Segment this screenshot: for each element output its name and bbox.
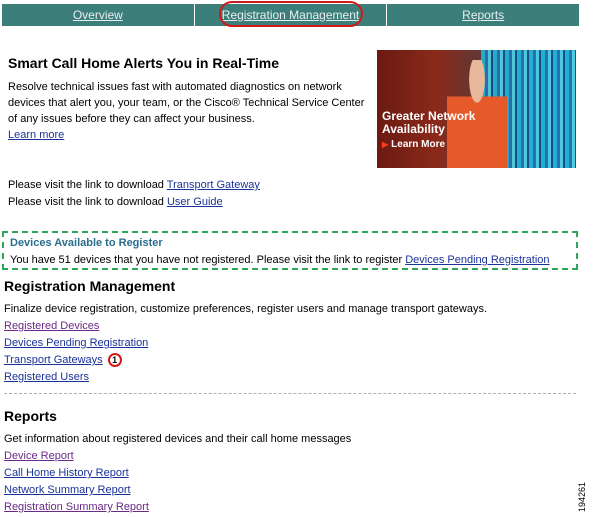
devices-available-box: Devices Available to Register You have 5… xyxy=(2,231,578,270)
tab-reports-label[interactable]: Reports xyxy=(462,8,504,22)
registration-summary-report-link[interactable]: Registration Summary Report xyxy=(4,501,149,513)
registered-devices-link[interactable]: Registered Devices xyxy=(4,320,99,332)
download-text: Please visit the link to download xyxy=(8,179,167,191)
device-report-link[interactable]: Device Report xyxy=(4,450,74,462)
download-user-guide-line: Please visit the link to download User G… xyxy=(8,196,223,208)
registration-tab-highlight xyxy=(219,1,363,27)
transport-gateway-link[interactable]: Transport Gateway xyxy=(167,179,260,191)
learn-more-link[interactable]: Learn more xyxy=(8,129,64,141)
network-summary-report-link[interactable]: Network Summary Report xyxy=(4,484,131,496)
registered-users-link[interactable]: Registered Users xyxy=(4,371,89,383)
user-guide-link[interactable]: User Guide xyxy=(167,196,223,208)
hero-title: Smart Call Home Alerts You in Real-Time xyxy=(8,55,280,71)
reports-title: Reports xyxy=(4,408,57,424)
callout-badge: 1 xyxy=(107,353,122,367)
hero-description: Resolve technical issues fast with autom… xyxy=(8,79,368,143)
registration-management-title: Registration Management xyxy=(4,278,176,294)
section-divider xyxy=(4,393,576,394)
devices-available-title: Devices Available to Register xyxy=(10,237,163,249)
tab-reports[interactable]: Reports xyxy=(387,4,580,26)
figure-number: 194261 xyxy=(577,481,587,512)
devices-pending-registration-nav-link[interactable]: Devices Pending Registration xyxy=(4,337,148,349)
promo-banner-label: Greater Network Availability xyxy=(382,109,476,136)
devices-available-text: You have 51 devices that you have not re… xyxy=(10,254,406,266)
tab-overview-label[interactable]: Overview xyxy=(73,8,123,22)
download-text: Please visit the link to download xyxy=(8,196,167,208)
reports-description: Get information about registered devices… xyxy=(4,433,352,445)
promo-learn-more[interactable]: Learn More xyxy=(382,139,445,150)
tab-overview[interactable]: Overview xyxy=(2,4,195,26)
registration-management-description: Finalize device registration, customize … xyxy=(4,303,488,315)
promo-image[interactable]: Greater Network Availability Learn More xyxy=(377,50,576,168)
devices-pending-registration-link[interactable]: Devices Pending Registration xyxy=(405,254,549,266)
hero-description-text: Resolve technical issues fast with autom… xyxy=(8,81,365,125)
download-transport-gateway-line: Please visit the link to download Transp… xyxy=(8,179,260,191)
call-home-history-report-link[interactable]: Call Home History Report xyxy=(4,467,129,479)
devices-available-message: You have 51 devices that you have not re… xyxy=(10,254,550,266)
transport-gateways-link[interactable]: Transport Gateways xyxy=(4,354,103,366)
promo-banner-text: Greater Network Availability xyxy=(382,110,492,136)
